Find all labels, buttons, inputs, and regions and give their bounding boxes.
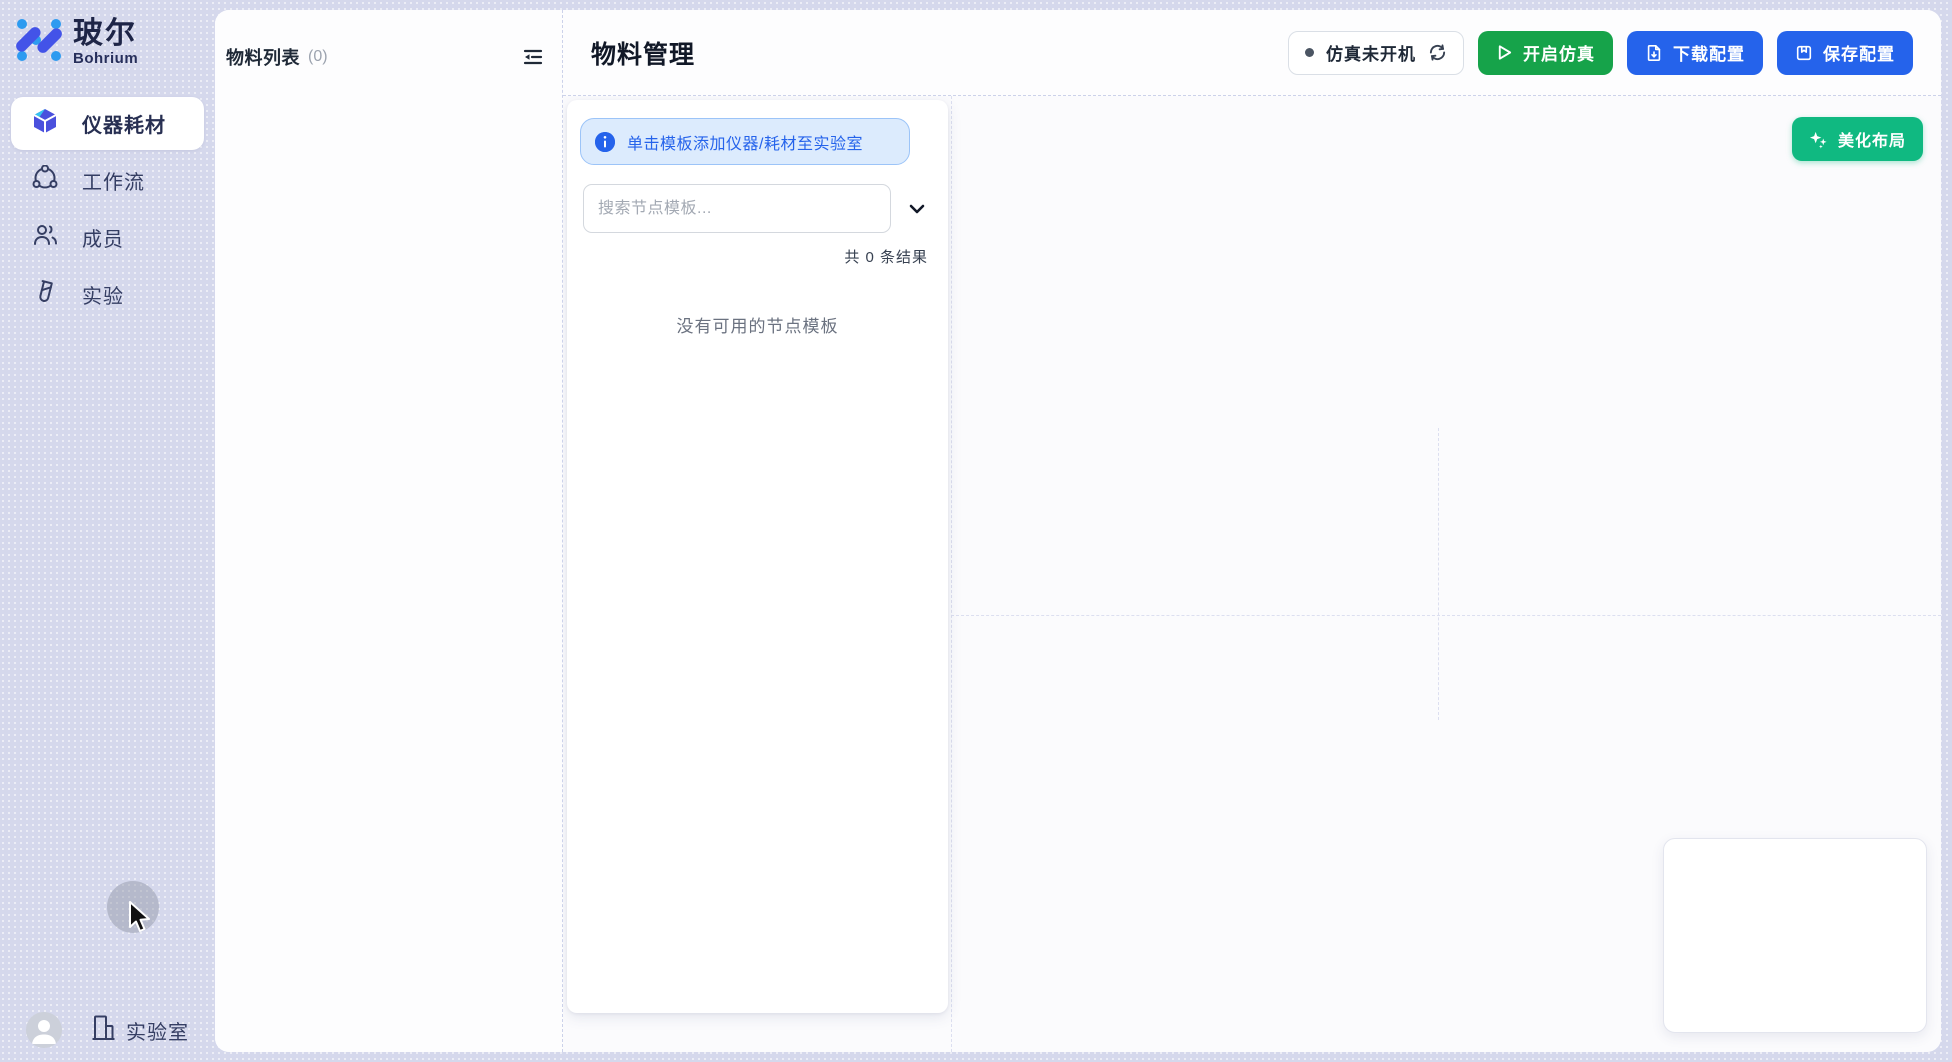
materials-list-count: (0) <box>308 48 328 66</box>
brand-name-zh: 玻尔 <box>73 18 138 50</box>
sidebar-nav: 仪器耗材 工作流 成员 <box>11 97 204 321</box>
template-hint-text: 单击模板添加仪器/耗材至实验室 <box>627 130 863 154</box>
mouse-cursor <box>128 901 154 940</box>
materials-list-title: 物料列表 <box>226 44 300 70</box>
lab-switcher[interactable]: 实验室 <box>90 1014 189 1046</box>
node-template-panel: 单击模板添加仪器/耗材至实验室 共 0 条结果 没有可用的节点模板 <box>567 100 948 1013</box>
download-config-button[interactable]: 下载配置 <box>1627 31 1763 75</box>
materials-list-panel: 物料列表 (0) <box>215 10 563 1052</box>
main-area: 物料管理 仿真未开机 <box>563 10 1941 1052</box>
flow-canvas[interactable]: 单击模板添加仪器/耗材至实验室 共 0 条结果 没有可用的节点模板 <box>563 96 1941 1052</box>
brand-logo[interactable]: 玻尔 Bohrium <box>11 14 204 69</box>
sidebar-footer: 实验室 <box>0 1012 215 1048</box>
sidebar-item-workflow[interactable]: 工作流 <box>11 154 204 207</box>
chevron-down-icon[interactable] <box>907 199 927 219</box>
brand-name-en: Bohrium <box>73 50 138 67</box>
canvas-minimap[interactable] <box>1663 838 1927 1033</box>
empty-state-text: 没有可用的节点模板 <box>567 312 948 337</box>
user-avatar[interactable] <box>26 1012 62 1048</box>
page-header: 物料管理 仿真未开机 <box>563 10 1941 96</box>
template-hint-banner: 单击模板添加仪器/耗材至实验室 <box>580 118 910 165</box>
refresh-icon[interactable] <box>1428 43 1447 62</box>
file-download-icon <box>1645 44 1663 62</box>
beautify-layout-button[interactable]: 美化布局 <box>1792 117 1923 161</box>
sidebar-item-label: 仪器耗材 <box>82 109 166 138</box>
search-input[interactable] <box>583 184 891 233</box>
save-icon <box>1795 44 1813 62</box>
play-icon <box>1496 44 1513 61</box>
page-title: 物料管理 <box>591 35 695 71</box>
workflow-icon <box>32 165 58 196</box>
sidebar-item-instruments[interactable]: 仪器耗材 <box>11 97 204 150</box>
start-simulation-button[interactable]: 开启仿真 <box>1478 31 1613 75</box>
save-config-label: 保存配置 <box>1823 40 1895 65</box>
sidebar-item-members[interactable]: 成员 <box>11 211 204 264</box>
brand-name: 玻尔 Bohrium <box>73 18 138 67</box>
status-dot-icon <box>1305 48 1314 57</box>
collapse-panel-icon[interactable] <box>522 46 544 68</box>
download-config-label: 下载配置 <box>1673 40 1745 65</box>
sidebar-item-experiments[interactable]: 实验 <box>11 268 204 321</box>
results-count: 共 0 条结果 <box>844 246 928 267</box>
start-simulation-label: 开启仿真 <box>1523 40 1595 65</box>
save-config-button[interactable]: 保存配置 <box>1777 31 1913 75</box>
canvas-grid-line <box>951 96 952 1052</box>
members-icon <box>32 222 58 253</box>
beautify-layout-label: 美化布局 <box>1838 127 1906 151</box>
sidebar-item-label: 成员 <box>82 223 124 252</box>
sidebar-item-label: 工作流 <box>82 166 145 195</box>
info-icon <box>595 132 615 152</box>
canvas-grid-line <box>951 615 1941 616</box>
content-surface: 物料列表 (0) 物料管理 仿真未开机 <box>215 10 1941 1052</box>
test-tube-icon <box>32 279 58 310</box>
sparkles-icon <box>1809 130 1828 149</box>
building-icon <box>90 1014 117 1046</box>
cube-icon <box>32 108 58 139</box>
template-search-row <box>583 184 931 233</box>
lab-label: 实验室 <box>126 1016 189 1045</box>
simulation-status-pill[interactable]: 仿真未开机 <box>1288 31 1464 75</box>
canvas-grid-line <box>1438 428 1439 720</box>
simulation-status-label: 仿真未开机 <box>1326 40 1416 65</box>
sidebar-item-label: 实验 <box>82 280 124 309</box>
bohrium-logo-icon <box>15 16 63 69</box>
